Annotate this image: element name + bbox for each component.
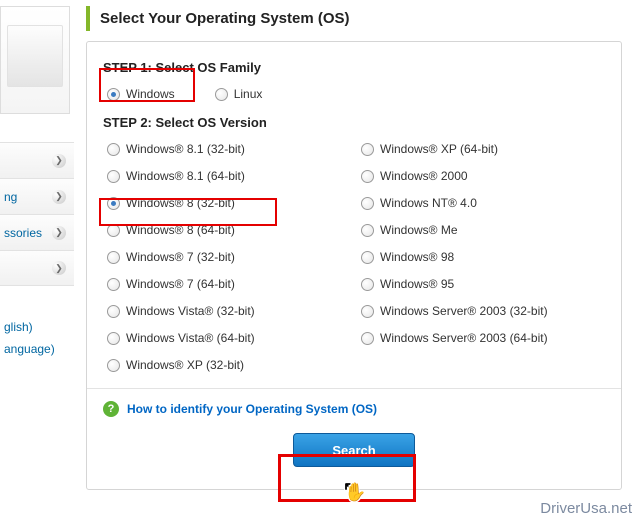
- radio-os-version-win8-32[interactable]: Windows® 8 (32-bit): [107, 196, 351, 210]
- radio-icon: [361, 305, 374, 318]
- watermark-text: DriverUsa.net: [540, 500, 632, 517]
- radio-os-version[interactable]: Windows® 8.1 (32-bit): [107, 142, 351, 156]
- sidebar-item-2[interactable]: ssories ❯: [0, 214, 74, 250]
- os-select-panel: STEP 1: Select OS Family Windows Linux S…: [86, 41, 622, 490]
- radio-label: Windows Server® 2003 (32-bit): [380, 304, 548, 318]
- radio-icon: [361, 278, 374, 291]
- page-title: Select Your Operating System (OS): [86, 6, 634, 31]
- os-family-group: Windows Linux: [103, 87, 605, 101]
- chevron-right-icon: ❯: [52, 190, 66, 204]
- radio-label: Windows® XP (32-bit): [126, 358, 244, 372]
- grid-empty-cell: [361, 358, 605, 372]
- radio-os-version[interactable]: Windows® 7 (64-bit): [107, 277, 351, 291]
- radio-label: Windows® XP (64-bit): [380, 142, 498, 156]
- radio-icon: [107, 359, 120, 372]
- radio-icon: [107, 251, 120, 264]
- printer-icon: [7, 25, 63, 87]
- search-button[interactable]: Search: [293, 433, 415, 467]
- product-image: [0, 6, 70, 114]
- radio-label: Windows® 8 (64-bit): [126, 223, 235, 237]
- radio-os-version[interactable]: Windows® XP (64-bit): [361, 142, 605, 156]
- radio-os-version[interactable]: Windows Server® 2003 (32-bit): [361, 304, 605, 318]
- radio-icon: [215, 88, 228, 101]
- radio-label: Windows Vista® (64-bit): [126, 331, 255, 345]
- radio-os-version[interactable]: Windows Vista® (64-bit): [107, 331, 351, 345]
- divider: [87, 388, 621, 389]
- radio-label: Windows® 98: [380, 250, 454, 264]
- sidebar-item-1[interactable]: ng ❯: [0, 178, 74, 214]
- radio-icon: [361, 170, 374, 183]
- radio-icon: [361, 251, 374, 264]
- radio-os-version[interactable]: Windows® 8.1 (64-bit): [107, 169, 351, 183]
- radio-icon: [107, 278, 120, 291]
- radio-os-version[interactable]: Windows Vista® (32-bit): [107, 304, 351, 318]
- step2-title: STEP 2: Select OS Version: [103, 115, 605, 130]
- radio-os-version[interactable]: Windows NT® 4.0: [361, 196, 605, 210]
- radio-icon: [107, 197, 120, 210]
- radio-os-version[interactable]: Windows® 95: [361, 277, 605, 291]
- radio-label: Windows: [126, 87, 175, 101]
- help-icon: ?: [103, 401, 119, 417]
- sidebar-item-label: ssories: [4, 226, 42, 240]
- radio-os-family-linux[interactable]: Linux: [215, 87, 263, 101]
- radio-os-family-windows[interactable]: Windows: [107, 87, 175, 101]
- radio-os-version[interactable]: Windows Server® 2003 (64-bit): [361, 331, 605, 345]
- radio-icon: [107, 143, 120, 156]
- radio-label: Windows® 8 (32-bit): [126, 196, 235, 210]
- sidebar-list: ❯ ng ❯ ssories ❯ ❯: [0, 142, 74, 286]
- radio-label: Windows® 7 (32-bit): [126, 250, 235, 264]
- os-version-grid: Windows® 8.1 (32-bit) Windows® XP (64-bi…: [103, 142, 605, 372]
- help-row: ? How to identify your Operating System …: [103, 401, 605, 417]
- radio-os-version[interactable]: Windows® Me: [361, 223, 605, 237]
- language-change-link[interactable]: anguage): [4, 338, 74, 360]
- radio-label: Linux: [234, 87, 263, 101]
- radio-os-version[interactable]: Windows® 7 (32-bit): [107, 250, 351, 264]
- help-identify-os-link[interactable]: How to identify your Operating System (O…: [127, 402, 377, 416]
- step1-title: STEP 1: Select OS Family: [103, 60, 605, 75]
- sidebar-item-0[interactable]: ❯: [0, 142, 74, 178]
- radio-os-version[interactable]: Windows® XP (32-bit): [107, 358, 351, 372]
- sidebar-item-3[interactable]: ❯: [0, 250, 74, 286]
- radio-label: Windows® 95: [380, 277, 454, 291]
- radio-label: Windows Server® 2003 (64-bit): [380, 331, 548, 345]
- radio-label: Windows® Me: [380, 223, 458, 237]
- radio-icon: [107, 305, 120, 318]
- radio-os-version[interactable]: Windows® 8 (64-bit): [107, 223, 351, 237]
- radio-label: Windows NT® 4.0: [380, 196, 477, 210]
- radio-label: Windows® 2000: [380, 169, 468, 183]
- radio-label: Windows® 7 (64-bit): [126, 277, 235, 291]
- chevron-right-icon: ❯: [52, 154, 66, 168]
- radio-icon: [361, 197, 374, 210]
- radio-icon: [361, 143, 374, 156]
- chevron-right-icon: ❯: [52, 226, 66, 240]
- radio-os-version[interactable]: Windows® 98: [361, 250, 605, 264]
- sidebar-partial: ❯ ng ❯ ssories ❯ ❯ glish) anguage): [0, 0, 74, 521]
- radio-icon: [107, 224, 120, 237]
- radio-icon: [107, 170, 120, 183]
- radio-icon: [107, 332, 120, 345]
- radio-os-version[interactable]: Windows® 2000: [361, 169, 605, 183]
- language-current: glish): [4, 316, 74, 338]
- radio-icon: [361, 332, 374, 345]
- radio-label: Windows Vista® (32-bit): [126, 304, 255, 318]
- radio-icon: [107, 88, 120, 101]
- radio-icon: [361, 224, 374, 237]
- radio-label: Windows® 8.1 (32-bit): [126, 142, 245, 156]
- sidebar-item-label: ng: [4, 190, 17, 204]
- language-block: glish) anguage): [0, 316, 74, 360]
- main-content: Select Your Operating System (OS) STEP 1…: [86, 0, 634, 490]
- radio-label: Windows® 8.1 (64-bit): [126, 169, 245, 183]
- chevron-right-icon: ❯: [52, 261, 66, 275]
